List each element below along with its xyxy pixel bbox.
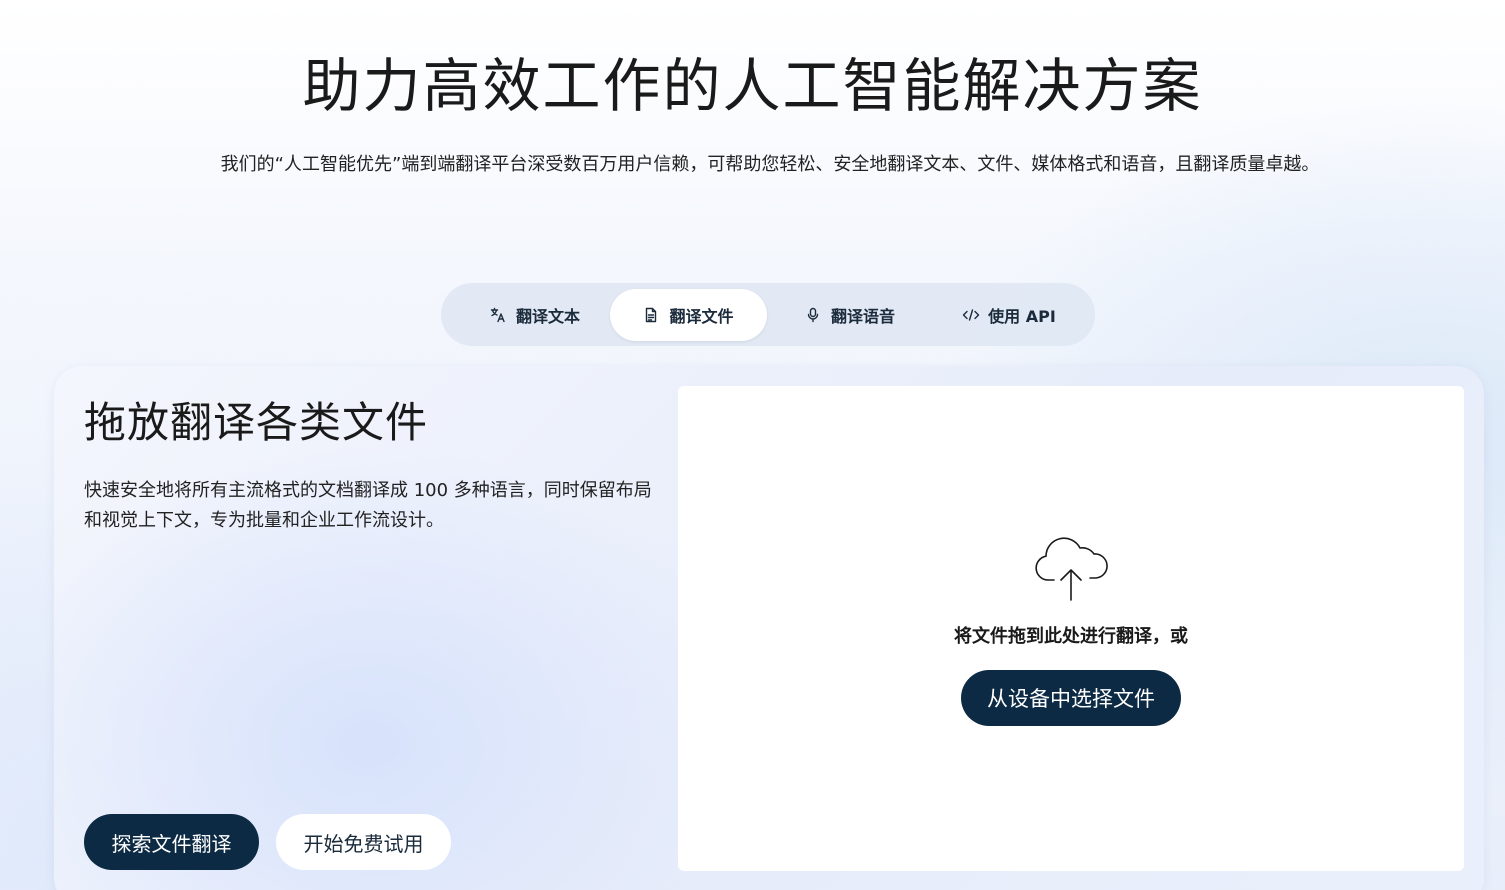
tab-label: 翻译文件 [669, 307, 734, 326]
tab-label: 翻译语音 [830, 307, 895, 326]
tab-translate-file[interactable]: 翻译文件 [610, 289, 767, 341]
code-icon [962, 307, 980, 323]
file-translation-card: 拖放翻译各类文件 快速安全地将所有主流格式的文档翻译成 100 多种语言，同时保… [54, 366, 1484, 890]
feature-tab-bar: 翻译文本 翻译文件 翻译语音 使用 API [441, 283, 1095, 346]
page-subtitle: 我们的“人工智能优先”端到端翻译平台深受数百万用户信赖，可帮助您轻松、安全地翻译… [220, 154, 1320, 175]
select-file-button[interactable]: 从设备中选择文件 [961, 670, 1181, 726]
tab-label: 翻译文本 [515, 307, 580, 326]
page-title: 助力高效工作的人工智能解决方案 [302, 52, 1203, 120]
microphone-icon [805, 307, 821, 323]
cloud-upload-icon [1034, 536, 1108, 602]
tab-use-api[interactable]: 使用 API [939, 289, 1079, 341]
explore-file-translation-button[interactable]: 探索文件翻译 [84, 814, 259, 870]
drop-prompt: 将文件拖到此处进行翻译，或 [954, 626, 1188, 647]
document-icon [643, 307, 659, 323]
card-title: 拖放翻译各类文件 [84, 398, 429, 447]
translate-icon [490, 307, 506, 323]
card-description: 快速安全地将所有主流格式的文档翻译成 100 多种语言，同时保留布局和视觉上下文… [84, 480, 652, 531]
tab-translate-text[interactable]: 翻译文本 [461, 289, 609, 341]
tab-translate-voice[interactable]: 翻译语音 [775, 289, 925, 341]
file-drop-zone[interactable]: 将文件拖到此处进行翻译，或 从设备中选择文件 [678, 386, 1464, 871]
tab-label: 使用 API [988, 307, 1056, 326]
start-free-trial-button[interactable]: 开始免费试用 [276, 814, 451, 870]
